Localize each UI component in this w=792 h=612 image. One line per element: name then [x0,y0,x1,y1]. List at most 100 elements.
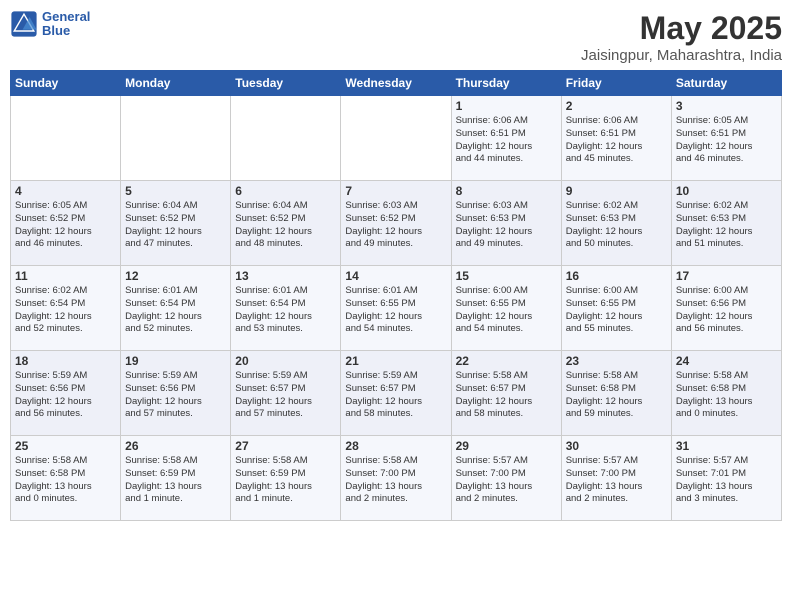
calendar-cell [341,96,451,181]
day-number: 28 [345,439,446,453]
calendar-cell: 8 Sunrise: 6:03 AM Sunset: 6:53 PM Daylig… [451,181,561,266]
day-number: 19 [125,354,226,368]
title-block: May 2025 Jaisingpur, Maharashtra, India [581,10,782,64]
cell-info: Sunrise: 5:57 AM Sunset: 7:00 PM Dayligh… [566,455,667,506]
cell-info: Sunrise: 6:01 AM Sunset: 6:54 PM Dayligh… [125,285,226,336]
day-number: 15 [456,269,557,283]
day-number: 16 [566,269,667,283]
calendar-body: 1Sunrise: 6:06 AM Sunset: 6:51 PM Daylig… [11,96,782,521]
cell-info: Sunrise: 5:58 AM Sunset: 6:58 PM Dayligh… [566,370,667,421]
cell-info: Sunrise: 6:02 AM Sunset: 6:53 PM Dayligh… [566,200,667,251]
day-number: 9 [566,184,667,198]
cell-info: Sunrise: 6:06 AM Sunset: 6:51 PM Dayligh… [456,115,557,166]
day-number: 20 [235,354,336,368]
day-number: 23 [566,354,667,368]
logo-line1: General [42,10,90,24]
cell-info: Sunrise: 6:00 AM Sunset: 6:55 PM Dayligh… [566,285,667,336]
cell-info: Sunrise: 5:58 AM Sunset: 6:58 PM Dayligh… [15,455,116,506]
day-number: 22 [456,354,557,368]
cell-info: Sunrise: 5:59 AM Sunset: 6:57 PM Dayligh… [345,370,446,421]
calendar-cell: 14 Sunrise: 6:01 AM Sunset: 6:55 PM Dayli… [341,266,451,351]
header-row: SundayMondayTuesdayWednesdayThursdayFrid… [11,71,782,96]
day-number: 6 [235,184,336,198]
day-number: 14 [345,269,446,283]
calendar-cell: 22 Sunrise: 5:58 AM Sunset: 6:57 PM Dayli… [451,351,561,436]
cell-info: Sunrise: 6:01 AM Sunset: 6:55 PM Dayligh… [345,285,446,336]
calendar-cell: 19Sunrise: 5:59 AM Sunset: 6:56 PM Dayli… [121,351,231,436]
calendar-cell: 5 Sunrise: 6:04 AM Sunset: 6:52 PM Daylig… [121,181,231,266]
day-number: 24 [676,354,777,368]
calendar-cell: 12 Sunrise: 6:01 AM Sunset: 6:54 PM Dayli… [121,266,231,351]
calendar-cell: 1Sunrise: 6:06 AM Sunset: 6:51 PM Daylig… [451,96,561,181]
header-day-tuesday: Tuesday [231,71,341,96]
calendar-cell: 9 Sunrise: 6:02 AM Sunset: 6:53 PM Daylig… [561,181,671,266]
page-header: General Blue May 2025 Jaisingpur, Mahara… [10,10,782,64]
day-number: 5 [125,184,226,198]
calendar-cell: 7Sunrise: 6:03 AM Sunset: 6:52 PM Daylig… [341,181,451,266]
day-number: 31 [676,439,777,453]
calendar-cell: 16 Sunrise: 6:00 AM Sunset: 6:55 PM Dayli… [561,266,671,351]
cell-info: Sunrise: 6:05 AM Sunset: 6:52 PM Dayligh… [15,200,116,251]
calendar-cell: 10Sunrise: 6:02 AM Sunset: 6:53 PM Dayli… [671,181,781,266]
week-row-3: 11Sunrise: 6:02 AM Sunset: 6:54 PM Dayli… [11,266,782,351]
day-number: 2 [566,99,667,113]
calendar-cell: 15Sunrise: 6:00 AM Sunset: 6:55 PM Dayli… [451,266,561,351]
week-row-4: 18Sunrise: 5:59 AM Sunset: 6:56 PM Dayli… [11,351,782,436]
calendar-cell: 20 Sunrise: 5:59 AM Sunset: 6:57 PM Dayli… [231,351,341,436]
calendar-cell [121,96,231,181]
logo-line2: Blue [42,24,90,38]
calendar-title: May 2025 [581,10,782,47]
header-day-friday: Friday [561,71,671,96]
calendar-cell: 29 Sunrise: 5:57 AM Sunset: 7:00 PM Dayli… [451,436,561,521]
cell-info: Sunrise: 5:57 AM Sunset: 7:01 PM Dayligh… [676,455,777,506]
day-number: 25 [15,439,116,453]
calendar-cell: 3 Sunrise: 6:05 AM Sunset: 6:51 PM Daylig… [671,96,781,181]
calendar-cell: 30 Sunrise: 5:57 AM Sunset: 7:00 PM Dayli… [561,436,671,521]
day-number: 4 [15,184,116,198]
logo-icon [10,10,38,38]
calendar-subtitle: Jaisingpur, Maharashtra, India [581,47,782,64]
header-day-monday: Monday [121,71,231,96]
cell-info: Sunrise: 5:58 AM Sunset: 7:00 PM Dayligh… [345,455,446,506]
cell-info: Sunrise: 6:06 AM Sunset: 6:51 PM Dayligh… [566,115,667,166]
calendar-cell: 25 Sunrise: 5:58 AM Sunset: 6:58 PM Dayli… [11,436,121,521]
calendar-cell: 28 Sunrise: 5:58 AM Sunset: 7:00 PM Dayli… [341,436,451,521]
header-day-wednesday: Wednesday [341,71,451,96]
calendar-cell: 17 Sunrise: 6:00 AM Sunset: 6:56 PM Dayli… [671,266,781,351]
day-number: 30 [566,439,667,453]
cell-info: Sunrise: 5:58 AM Sunset: 6:59 PM Dayligh… [235,455,336,506]
cell-info: Sunrise: 5:58 AM Sunset: 6:58 PM Dayligh… [676,370,777,421]
calendar-cell [11,96,121,181]
calendar-cell: 23 Sunrise: 5:58 AM Sunset: 6:58 PM Dayli… [561,351,671,436]
day-number: 17 [676,269,777,283]
header-day-saturday: Saturday [671,71,781,96]
day-number: 8 [456,184,557,198]
day-number: 21 [345,354,446,368]
day-number: 10 [676,184,777,198]
day-number: 29 [456,439,557,453]
calendar-cell: 18Sunrise: 5:59 AM Sunset: 6:56 PM Dayli… [11,351,121,436]
calendar-cell: 6 Sunrise: 6:04 AM Sunset: 6:52 PM Daylig… [231,181,341,266]
cell-info: Sunrise: 5:57 AM Sunset: 7:00 PM Dayligh… [456,455,557,506]
calendar-cell: 21 Sunrise: 5:59 AM Sunset: 6:57 PM Dayli… [341,351,451,436]
cell-info: Sunrise: 6:04 AM Sunset: 6:52 PM Dayligh… [125,200,226,251]
week-row-5: 25 Sunrise: 5:58 AM Sunset: 6:58 PM Dayli… [11,436,782,521]
cell-info: Sunrise: 6:03 AM Sunset: 6:53 PM Dayligh… [456,200,557,251]
logo: General Blue [10,10,90,39]
day-number: 3 [676,99,777,113]
cell-info: Sunrise: 6:04 AM Sunset: 6:52 PM Dayligh… [235,200,336,251]
cell-info: Sunrise: 6:05 AM Sunset: 6:51 PM Dayligh… [676,115,777,166]
cell-info: Sunrise: 6:00 AM Sunset: 6:56 PM Dayligh… [676,285,777,336]
day-number: 12 [125,269,226,283]
day-number: 18 [15,354,116,368]
calendar-cell: 2 Sunrise: 6:06 AM Sunset: 6:51 PM Daylig… [561,96,671,181]
calendar-cell: 26Sunrise: 5:58 AM Sunset: 6:59 PM Dayli… [121,436,231,521]
calendar-cell: 11Sunrise: 6:02 AM Sunset: 6:54 PM Dayli… [11,266,121,351]
calendar-cell [231,96,341,181]
cell-info: Sunrise: 6:01 AM Sunset: 6:54 PM Dayligh… [235,285,336,336]
week-row-1: 1Sunrise: 6:06 AM Sunset: 6:51 PM Daylig… [11,96,782,181]
header-day-thursday: Thursday [451,71,561,96]
cell-info: Sunrise: 5:58 AM Sunset: 6:57 PM Dayligh… [456,370,557,421]
cell-info: Sunrise: 5:59 AM Sunset: 6:57 PM Dayligh… [235,370,336,421]
day-number: 13 [235,269,336,283]
